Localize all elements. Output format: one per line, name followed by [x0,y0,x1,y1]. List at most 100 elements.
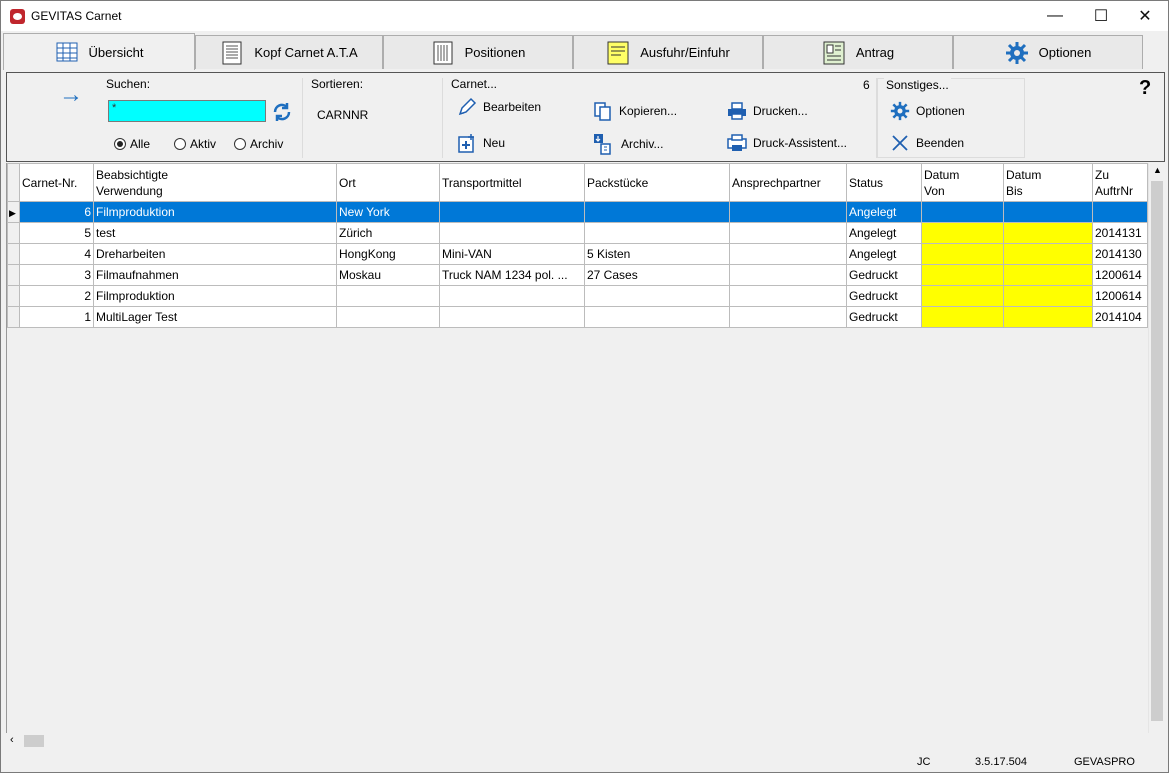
table-cell[interactable] [729,201,847,223]
filter-all-radio[interactable]: Alle [114,137,150,151]
row-selector[interactable] [7,306,20,328]
table-cell[interactable] [584,306,730,328]
table-cell[interactable]: Filmproduktion [93,285,337,307]
table-cell[interactable]: 2014131 [1092,222,1148,244]
table-row[interactable]: 1 MultiLager Test Gedruckt 2014104 [7,306,1148,328]
sort-value[interactable]: CARNNR [317,108,368,122]
help-button[interactable]: ? [1139,77,1151,100]
edit-button[interactable]: Bearbeiten [457,97,541,117]
exit-button[interactable]: Beenden [890,133,964,153]
table-cell[interactable] [1003,306,1093,328]
table-cell[interactable]: Truck NAM 1234 pol. ... [439,264,585,286]
options-button[interactable]: Optionen [890,101,965,121]
table-cell[interactable] [584,285,730,307]
column-header[interactable]: Transportmittel [439,163,585,202]
table-cell[interactable]: MultiLager Test [93,306,337,328]
tab-uebersicht[interactable]: Übersicht [3,33,195,70]
table-cell[interactable]: 2014130 [1092,243,1148,265]
table-cell[interactable]: Mini-VAN [439,243,585,265]
table-row[interactable]: ▶ 6 Filmproduktion New York Angelegt [7,201,1148,223]
table-cell[interactable] [1003,285,1093,307]
table-cell[interactable] [921,285,1004,307]
print-button[interactable]: Drucken... [727,101,808,121]
table-cell[interactable] [729,306,847,328]
table-cell[interactable] [921,264,1004,286]
row-selector[interactable]: ▶ [7,201,20,223]
horizontal-scroll-thumb[interactable] [24,735,44,747]
tab-ausfuhr-einfuhr[interactable]: Ausfuhr/Einfuhr [573,35,763,69]
archive-button[interactable]: Archiv... [593,133,663,155]
row-selector[interactable] [7,285,20,307]
filter-active-radio[interactable]: Aktiv [174,137,216,151]
refresh-icon[interactable] [271,102,293,122]
table-cell[interactable] [921,222,1004,244]
table-cell[interactable] [584,222,730,244]
row-selector[interactable] [7,264,20,286]
column-header[interactable]: Zu AuftrNr [1092,163,1148,202]
table-cell[interactable]: Gedruckt [846,285,922,307]
table-cell[interactable]: 27 Cases [584,264,730,286]
tab-kopf-carnet[interactable]: Kopf Carnet A.T.A [195,35,383,69]
table-row[interactable]: 2 Filmproduktion Gedruckt 1200614 [7,285,1148,307]
scroll-up-icon[interactable]: ▲ [1153,165,1162,175]
table-row[interactable]: 5 test Zürich Angelegt 2014131 [7,222,1148,244]
filter-archive-radio[interactable]: Archiv [234,137,283,151]
table-cell[interactable] [1003,201,1093,223]
tab-optionen[interactable]: Optionen [953,35,1143,69]
table-cell[interactable] [1003,264,1093,286]
column-header[interactable]: Datum Von [921,163,1004,202]
table-cell[interactable]: Gedruckt [846,264,922,286]
table-cell[interactable]: 4 [19,243,94,265]
table-cell[interactable]: HongKong [336,243,440,265]
table-cell[interactable] [439,222,585,244]
vertical-scrollbar[interactable]: ▲ [1148,163,1165,733]
table-cell[interactable]: 1200614 [1092,264,1148,286]
tab-antrag[interactable]: Antrag [763,35,953,69]
maximize-button[interactable]: ☐ [1078,1,1124,31]
table-cell[interactable]: 1200614 [1092,285,1148,307]
table-cell[interactable]: Moskau [336,264,440,286]
copy-button[interactable]: Kopieren... [593,101,677,121]
row-selector[interactable] [7,222,20,244]
table-cell[interactable] [439,201,585,223]
print-wizard-button[interactable]: Druck-Assistent... [727,133,847,153]
table-cell[interactable]: Angelegt [846,222,922,244]
table-cell[interactable] [921,306,1004,328]
table-cell[interactable]: 6 [19,201,94,223]
table-cell[interactable] [336,285,440,307]
table-cell[interactable] [921,201,1004,223]
table-cell[interactable] [439,285,585,307]
table-cell[interactable]: Gedruckt [846,306,922,328]
column-header[interactable]: Datum Bis [1003,163,1093,202]
column-header[interactable]: Ansprechpartner [729,163,847,202]
go-arrow-icon[interactable]: → [59,81,83,109]
horizontal-scrollbar[interactable]: ‹ [6,733,1148,749]
table-row[interactable]: 4 Dreharbeiten HongKong Mini-VAN 5 Kisten Ang… [7,243,1148,265]
table-cell[interactable]: New York [336,201,440,223]
tab-positionen[interactable]: Positionen [383,35,573,69]
table-cell[interactable] [336,306,440,328]
table-cell[interactable] [1003,222,1093,244]
table-row[interactable]: 3 Filmaufnahmen Moskau Truck NAM 1234 pol. … [7,264,1148,286]
row-selector[interactable] [7,243,20,265]
table-cell[interactable]: 1 [19,306,94,328]
table-cell[interactable] [729,264,847,286]
table-cell[interactable]: 3 [19,264,94,286]
table-cell[interactable]: 5 Kisten [584,243,730,265]
table-cell[interactable]: 2 [19,285,94,307]
column-header[interactable]: Carnet-Nr. [19,163,94,202]
table-cell[interactable]: test [93,222,337,244]
column-header[interactable]: Status [846,163,922,202]
table-cell[interactable] [584,201,730,223]
column-header[interactable]: Ort [336,163,440,202]
table-cell[interactable]: Zürich [336,222,440,244]
table-cell[interactable]: Dreharbeiten [93,243,337,265]
table-cell[interactable] [1003,243,1093,265]
table-cell[interactable] [921,243,1004,265]
table-cell[interactable] [1092,201,1148,223]
table-cell[interactable] [729,285,847,307]
table-cell[interactable]: Angelegt [846,243,922,265]
table-cell[interactable]: Filmaufnahmen [93,264,337,286]
scroll-left-icon[interactable]: ‹ [10,734,14,746]
table-cell[interactable]: 2014104 [1092,306,1148,328]
